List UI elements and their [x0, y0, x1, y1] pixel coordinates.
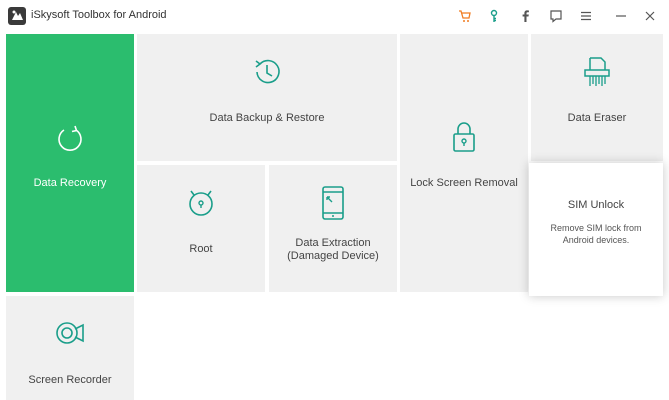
broken-phone-icon — [322, 186, 344, 220]
android-root-icon — [189, 190, 213, 216]
tile-root-label: Root — [189, 243, 213, 255]
app-logo-icon — [8, 7, 26, 25]
tile-data-eraser-label: Data Eraser — [567, 112, 627, 124]
video-camera-icon — [56, 322, 84, 344]
tile-data-backup-label: Data Backup & Restore — [209, 112, 325, 124]
padlock-icon — [453, 122, 475, 152]
tile-screen-recorder[interactable]: Screen Recorder — [6, 296, 134, 400]
facebook-icon[interactable] — [515, 6, 535, 26]
refresh-icon — [58, 125, 82, 151]
menu-icon[interactable] — [576, 6, 596, 26]
tile-screen-recorder-label: Screen Recorder — [28, 374, 112, 386]
tile-lock-screen-removal[interactable]: Lock Screen Removal — [400, 34, 528, 292]
tile-lock-screen-label: Lock Screen Removal — [410, 177, 518, 189]
sim-unlock-card[interactable]: SIM Unlock Remove SIM lock from Android … — [529, 163, 663, 296]
tile-data-eraser[interactable]: Data Eraser — [531, 34, 663, 161]
tile-data-extraction[interactable]: Data Extraction (Damaged Device) — [269, 165, 397, 292]
clock-backup-icon — [255, 59, 280, 84]
tile-data-recovery-label: Data Recovery — [33, 177, 107, 189]
cart-icon[interactable] — [455, 6, 475, 26]
tile-root[interactable]: Root — [137, 165, 265, 292]
feedback-icon[interactable] — [546, 6, 566, 26]
tile-data-recovery[interactable]: Data Recovery — [6, 34, 134, 292]
minimize-icon[interactable] — [611, 6, 631, 26]
tile-data-backup-restore[interactable]: Data Backup & Restore — [137, 34, 397, 161]
tile-data-extraction-label: Data Extraction (Damaged Device) — [287, 237, 379, 262]
sim-unlock-description: Remove SIM lock from Android devices. — [550, 223, 642, 245]
sim-unlock-title: SIM Unlock — [567, 199, 625, 211]
title-bar: iSkysoft Toolbox for Android — [0, 0, 669, 33]
close-icon[interactable] — [640, 6, 660, 26]
app-title: iSkysoft Toolbox for Android — [31, 9, 167, 21]
shredder-icon — [584, 57, 610, 86]
key-icon[interactable] — [484, 6, 504, 26]
